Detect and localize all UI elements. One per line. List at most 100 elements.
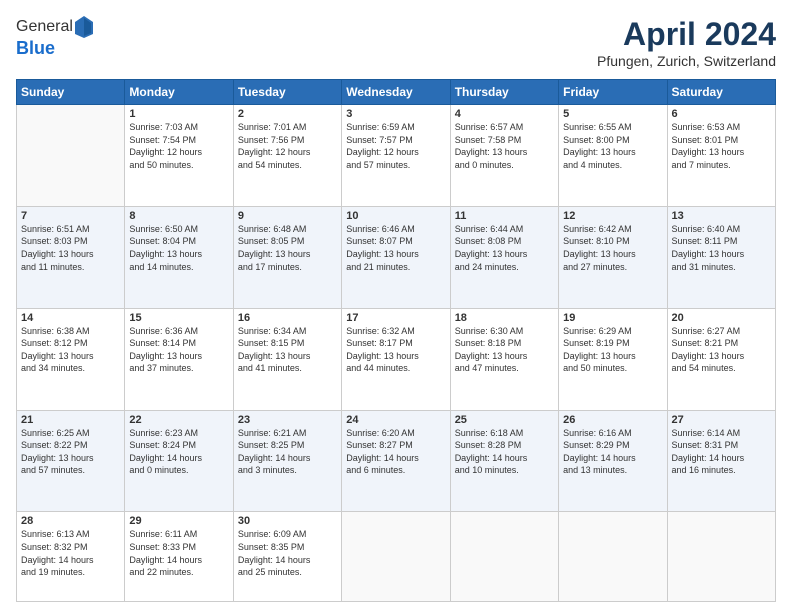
day-number: 24 [346, 414, 445, 426]
day-number: 22 [129, 414, 228, 426]
day-number: 14 [21, 312, 120, 324]
day-info: Sunrise: 6:55 AM Sunset: 8:00 PM Dayligh… [563, 121, 662, 171]
day-info: Sunrise: 6:50 AM Sunset: 8:04 PM Dayligh… [129, 223, 228, 273]
title-block: April 2024 Pfungen, Zurich, Switzerland [597, 16, 776, 69]
calendar-day-header: Monday [125, 80, 233, 105]
day-number: 2 [238, 108, 337, 120]
calendar-cell: 27Sunrise: 6:14 AM Sunset: 8:31 PM Dayli… [667, 410, 775, 512]
day-number: 29 [129, 515, 228, 527]
day-number: 7 [21, 210, 120, 222]
calendar-cell: 24Sunrise: 6:20 AM Sunset: 8:27 PM Dayli… [342, 410, 450, 512]
day-info: Sunrise: 6:13 AM Sunset: 8:32 PM Dayligh… [21, 528, 120, 578]
day-number: 28 [21, 515, 120, 527]
day-number: 3 [346, 108, 445, 120]
calendar-cell: 13Sunrise: 6:40 AM Sunset: 8:11 PM Dayli… [667, 206, 775, 308]
calendar-cell: 16Sunrise: 6:34 AM Sunset: 8:15 PM Dayli… [233, 308, 341, 410]
day-number: 9 [238, 210, 337, 222]
day-number: 4 [455, 108, 554, 120]
day-info: Sunrise: 6:38 AM Sunset: 8:12 PM Dayligh… [21, 325, 120, 375]
calendar-week-row: 7Sunrise: 6:51 AM Sunset: 8:03 PM Daylig… [17, 206, 776, 308]
day-info: Sunrise: 6:40 AM Sunset: 8:11 PM Dayligh… [672, 223, 771, 273]
calendar-table: SundayMondayTuesdayWednesdayThursdayFrid… [16, 79, 776, 602]
day-info: Sunrise: 6:51 AM Sunset: 8:03 PM Dayligh… [21, 223, 120, 273]
day-number: 19 [563, 312, 662, 324]
day-number: 13 [672, 210, 771, 222]
day-number: 27 [672, 414, 771, 426]
calendar-cell: 15Sunrise: 6:36 AM Sunset: 8:14 PM Dayli… [125, 308, 233, 410]
day-number: 11 [455, 210, 554, 222]
calendar-week-row: 21Sunrise: 6:25 AM Sunset: 8:22 PM Dayli… [17, 410, 776, 512]
day-number: 12 [563, 210, 662, 222]
day-info: Sunrise: 6:34 AM Sunset: 8:15 PM Dayligh… [238, 325, 337, 375]
calendar-cell: 3Sunrise: 6:59 AM Sunset: 7:57 PM Daylig… [342, 105, 450, 207]
day-info: Sunrise: 6:21 AM Sunset: 8:25 PM Dayligh… [238, 427, 337, 477]
day-info: Sunrise: 6:32 AM Sunset: 8:17 PM Dayligh… [346, 325, 445, 375]
day-info: Sunrise: 6:53 AM Sunset: 8:01 PM Dayligh… [672, 121, 771, 171]
day-number: 25 [455, 414, 554, 426]
day-number: 21 [21, 414, 120, 426]
calendar-cell: 9Sunrise: 6:48 AM Sunset: 8:05 PM Daylig… [233, 206, 341, 308]
day-number: 20 [672, 312, 771, 324]
calendar-week-row: 28Sunrise: 6:13 AM Sunset: 8:32 PM Dayli… [17, 512, 776, 602]
day-info: Sunrise: 6:59 AM Sunset: 7:57 PM Dayligh… [346, 121, 445, 171]
calendar-cell: 23Sunrise: 6:21 AM Sunset: 8:25 PM Dayli… [233, 410, 341, 512]
day-info: Sunrise: 6:16 AM Sunset: 8:29 PM Dayligh… [563, 427, 662, 477]
day-info: Sunrise: 6:44 AM Sunset: 8:08 PM Dayligh… [455, 223, 554, 273]
logo: General Blue [16, 16, 93, 59]
calendar-cell: 18Sunrise: 6:30 AM Sunset: 8:18 PM Dayli… [450, 308, 558, 410]
page: General Blue April 2024 Pfungen, Zurich,… [0, 0, 792, 612]
calendar-cell [450, 512, 558, 602]
logo-blue-text: Blue [16, 38, 93, 59]
day-number: 6 [672, 108, 771, 120]
day-info: Sunrise: 6:27 AM Sunset: 8:21 PM Dayligh… [672, 325, 771, 375]
calendar-cell: 5Sunrise: 6:55 AM Sunset: 8:00 PM Daylig… [559, 105, 667, 207]
calendar-cell: 7Sunrise: 6:51 AM Sunset: 8:03 PM Daylig… [17, 206, 125, 308]
day-info: Sunrise: 6:46 AM Sunset: 8:07 PM Dayligh… [346, 223, 445, 273]
day-number: 10 [346, 210, 445, 222]
calendar-cell [17, 105, 125, 207]
calendar-cell [667, 512, 775, 602]
calendar-cell: 30Sunrise: 6:09 AM Sunset: 8:35 PM Dayli… [233, 512, 341, 602]
day-number: 30 [238, 515, 337, 527]
day-info: Sunrise: 6:29 AM Sunset: 8:19 PM Dayligh… [563, 325, 662, 375]
day-number: 5 [563, 108, 662, 120]
day-number: 17 [346, 312, 445, 324]
calendar-cell: 6Sunrise: 6:53 AM Sunset: 8:01 PM Daylig… [667, 105, 775, 207]
calendar-cell: 22Sunrise: 6:23 AM Sunset: 8:24 PM Dayli… [125, 410, 233, 512]
day-number: 18 [455, 312, 554, 324]
calendar-week-row: 1Sunrise: 7:03 AM Sunset: 7:54 PM Daylig… [17, 105, 776, 207]
calendar-cell: 21Sunrise: 6:25 AM Sunset: 8:22 PM Dayli… [17, 410, 125, 512]
logo-general-text: General [16, 18, 73, 36]
calendar-header-row: SundayMondayTuesdayWednesdayThursdayFrid… [17, 80, 776, 105]
day-number: 26 [563, 414, 662, 426]
day-info: Sunrise: 6:18 AM Sunset: 8:28 PM Dayligh… [455, 427, 554, 477]
day-info: Sunrise: 6:20 AM Sunset: 8:27 PM Dayligh… [346, 427, 445, 477]
day-info: Sunrise: 7:03 AM Sunset: 7:54 PM Dayligh… [129, 121, 228, 171]
calendar-cell: 14Sunrise: 6:38 AM Sunset: 8:12 PM Dayli… [17, 308, 125, 410]
calendar-cell: 8Sunrise: 6:50 AM Sunset: 8:04 PM Daylig… [125, 206, 233, 308]
day-number: 1 [129, 108, 228, 120]
day-info: Sunrise: 6:36 AM Sunset: 8:14 PM Dayligh… [129, 325, 228, 375]
day-number: 8 [129, 210, 228, 222]
calendar-cell: 19Sunrise: 6:29 AM Sunset: 8:19 PM Dayli… [559, 308, 667, 410]
calendar-cell: 12Sunrise: 6:42 AM Sunset: 8:10 PM Dayli… [559, 206, 667, 308]
calendar-day-header: Friday [559, 80, 667, 105]
calendar-week-row: 14Sunrise: 6:38 AM Sunset: 8:12 PM Dayli… [17, 308, 776, 410]
calendar-day-header: Wednesday [342, 80, 450, 105]
day-info: Sunrise: 6:14 AM Sunset: 8:31 PM Dayligh… [672, 427, 771, 477]
calendar-day-header: Saturday [667, 80, 775, 105]
calendar-day-header: Sunday [17, 80, 125, 105]
calendar-cell [342, 512, 450, 602]
day-number: 15 [129, 312, 228, 324]
location: Pfungen, Zurich, Switzerland [597, 53, 776, 69]
day-info: Sunrise: 6:11 AM Sunset: 8:33 PM Dayligh… [129, 528, 228, 578]
header: General Blue April 2024 Pfungen, Zurich,… [16, 16, 776, 69]
calendar-cell: 17Sunrise: 6:32 AM Sunset: 8:17 PM Dayli… [342, 308, 450, 410]
calendar-cell: 28Sunrise: 6:13 AM Sunset: 8:32 PM Dayli… [17, 512, 125, 602]
day-info: Sunrise: 6:42 AM Sunset: 8:10 PM Dayligh… [563, 223, 662, 273]
calendar-day-header: Thursday [450, 80, 558, 105]
calendar-cell: 25Sunrise: 6:18 AM Sunset: 8:28 PM Dayli… [450, 410, 558, 512]
calendar-cell: 29Sunrise: 6:11 AM Sunset: 8:33 PM Dayli… [125, 512, 233, 602]
calendar-cell: 26Sunrise: 6:16 AM Sunset: 8:29 PM Dayli… [559, 410, 667, 512]
calendar-day-header: Tuesday [233, 80, 341, 105]
